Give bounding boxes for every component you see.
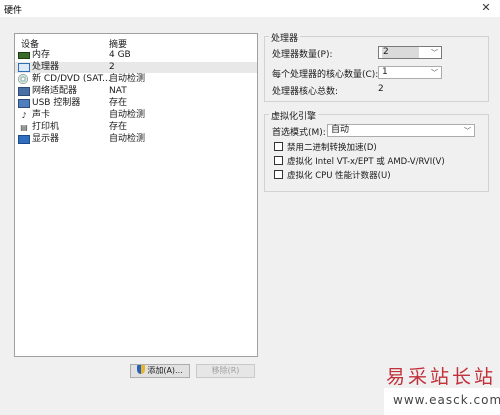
device-name: 打印机 bbox=[32, 122, 60, 132]
total-cores-label: 处理器核心总数: bbox=[272, 87, 339, 97]
preferred-mode-value: 自动 bbox=[331, 125, 350, 135]
device-row-processor[interactable]: 处理器 2 bbox=[15, 62, 257, 73]
device-list-header: 设备 摘要 bbox=[15, 34, 257, 50]
network-adapter-icon bbox=[18, 87, 30, 96]
add-button-label: 添加(A)... bbox=[147, 366, 183, 375]
window-title: 硬件 bbox=[4, 6, 23, 16]
device-row-printer[interactable]: ▤ 打印机 存在 bbox=[15, 122, 257, 133]
cores-per-processor-select[interactable]: 1 ﹀ bbox=[378, 66, 442, 79]
virtualization-engine-group: 虚拟化引擎 首选模式(M): 自动 ﹀ 禁用二进制转换加速(D) 虚拟化 Int… bbox=[264, 109, 489, 192]
device-row-sound-card[interactable]: ♪ 声卡 自动检测 bbox=[15, 110, 257, 121]
device-row-usb-controller[interactable]: USB 控制器 存在 bbox=[15, 98, 257, 109]
chevron-down-icon: ﹀ bbox=[464, 127, 471, 135]
uac-shield-icon bbox=[137, 365, 146, 374]
device-name: 内存 bbox=[32, 50, 51, 60]
processor-group: 处理器 处理器数量(P): 2 ﹀ 每个处理器的核心数量(C): 1 ﹀ 处理器… bbox=[264, 31, 489, 102]
device-row-display[interactable]: 显示器 自动检测 bbox=[15, 134, 257, 145]
add-device-button[interactable]: 添加(A)... bbox=[130, 364, 190, 378]
virtualize-cpu-counters-checkbox[interactable]: 虚拟化 CPU 性能计数器(U) bbox=[274, 169, 391, 181]
device-summary: 自动检测 bbox=[109, 110, 146, 120]
device-name: 声卡 bbox=[32, 110, 51, 120]
processor-group-title: 处理器 bbox=[269, 31, 301, 44]
close-button[interactable]: ✕ bbox=[472, 0, 500, 17]
watermark-url: www.easck.com bbox=[393, 393, 500, 407]
total-cores-value: 2 bbox=[378, 84, 384, 94]
preferred-mode-label: 首选模式(M): bbox=[272, 128, 326, 138]
checkbox-box[interactable] bbox=[274, 156, 283, 165]
usb-controller-icon bbox=[18, 99, 30, 108]
processor-count-select[interactable]: 2 ﹀ bbox=[378, 46, 442, 59]
device-summary: 存在 bbox=[109, 98, 128, 108]
device-summary: 4 GB bbox=[109, 50, 131, 60]
checkbox-label: 禁用二进制转换加速(D) bbox=[287, 143, 377, 153]
device-name: USB 控制器 bbox=[32, 98, 81, 108]
device-row-network-adapter[interactable]: 网络适配器 NAT bbox=[15, 86, 257, 97]
device-summary: 2 bbox=[109, 62, 115, 72]
cores-per-processor-label: 每个处理器的核心数量(C): bbox=[272, 70, 379, 80]
sound-card-icon: ♪ bbox=[21, 111, 27, 120]
virtualize-vtx-ept-checkbox[interactable]: 虚拟化 Intel VT-x/EPT 或 AMD-V/RVI(V) bbox=[274, 155, 445, 167]
virtualization-group-title: 虚拟化引擎 bbox=[269, 109, 319, 122]
processor-count-label: 处理器数量(P): bbox=[272, 50, 333, 60]
device-name: 网络适配器 bbox=[32, 86, 78, 96]
device-name: 处理器 bbox=[32, 62, 60, 72]
checkbox-box[interactable] bbox=[274, 142, 283, 151]
device-row-cd-dvd[interactable]: 新 CD/DVD (SAT... 自动检测 bbox=[15, 74, 257, 85]
checkbox-label: 虚拟化 Intel VT-x/EPT 或 AMD-V/RVI(V) bbox=[287, 157, 445, 167]
memory-icon bbox=[18, 52, 30, 59]
processor-icon bbox=[18, 63, 30, 72]
chevron-down-icon: ﹀ bbox=[431, 69, 438, 77]
display-icon bbox=[18, 135, 30, 144]
remove-device-button[interactable]: 移除(R) bbox=[196, 364, 255, 378]
device-summary: NAT bbox=[109, 86, 127, 96]
processor-count-value: 2 bbox=[382, 47, 419, 58]
chevron-down-icon: ﹀ bbox=[431, 49, 438, 57]
device-name: 新 CD/DVD (SAT... bbox=[32, 74, 111, 84]
device-summary: 存在 bbox=[109, 122, 128, 132]
device-summary: 自动检测 bbox=[109, 134, 146, 144]
device-row-memory[interactable]: 内存 4 GB bbox=[15, 50, 257, 61]
title-bar: 硬件 ✕ bbox=[0, 0, 500, 17]
watermark-logo-text: 易采站长站 bbox=[386, 366, 497, 388]
hardware-dialog: 硬件 ✕ 设备 摘要 内存 4 GB 处理器 2 新 CD/DVD (SAT..… bbox=[0, 0, 500, 415]
cores-per-processor-value: 1 bbox=[382, 67, 388, 77]
device-list[interactable]: 设备 摘要 内存 4 GB 处理器 2 新 CD/DVD (SAT... 自动检… bbox=[14, 33, 258, 357]
checkbox-label: 虚拟化 CPU 性能计数器(U) bbox=[287, 171, 391, 181]
cd-dvd-icon bbox=[18, 74, 28, 84]
preferred-mode-select[interactable]: 自动 ﹀ bbox=[327, 124, 475, 137]
disable-binary-translation-checkbox[interactable]: 禁用二进制转换加速(D) bbox=[274, 141, 377, 153]
column-header-device[interactable]: 设备 bbox=[21, 37, 39, 50]
column-header-summary[interactable]: 摘要 bbox=[109, 37, 127, 50]
checkbox-box[interactable] bbox=[274, 170, 283, 179]
device-summary: 自动检测 bbox=[109, 74, 146, 84]
device-name: 显示器 bbox=[32, 134, 60, 144]
printer-icon: ▤ bbox=[20, 123, 28, 132]
